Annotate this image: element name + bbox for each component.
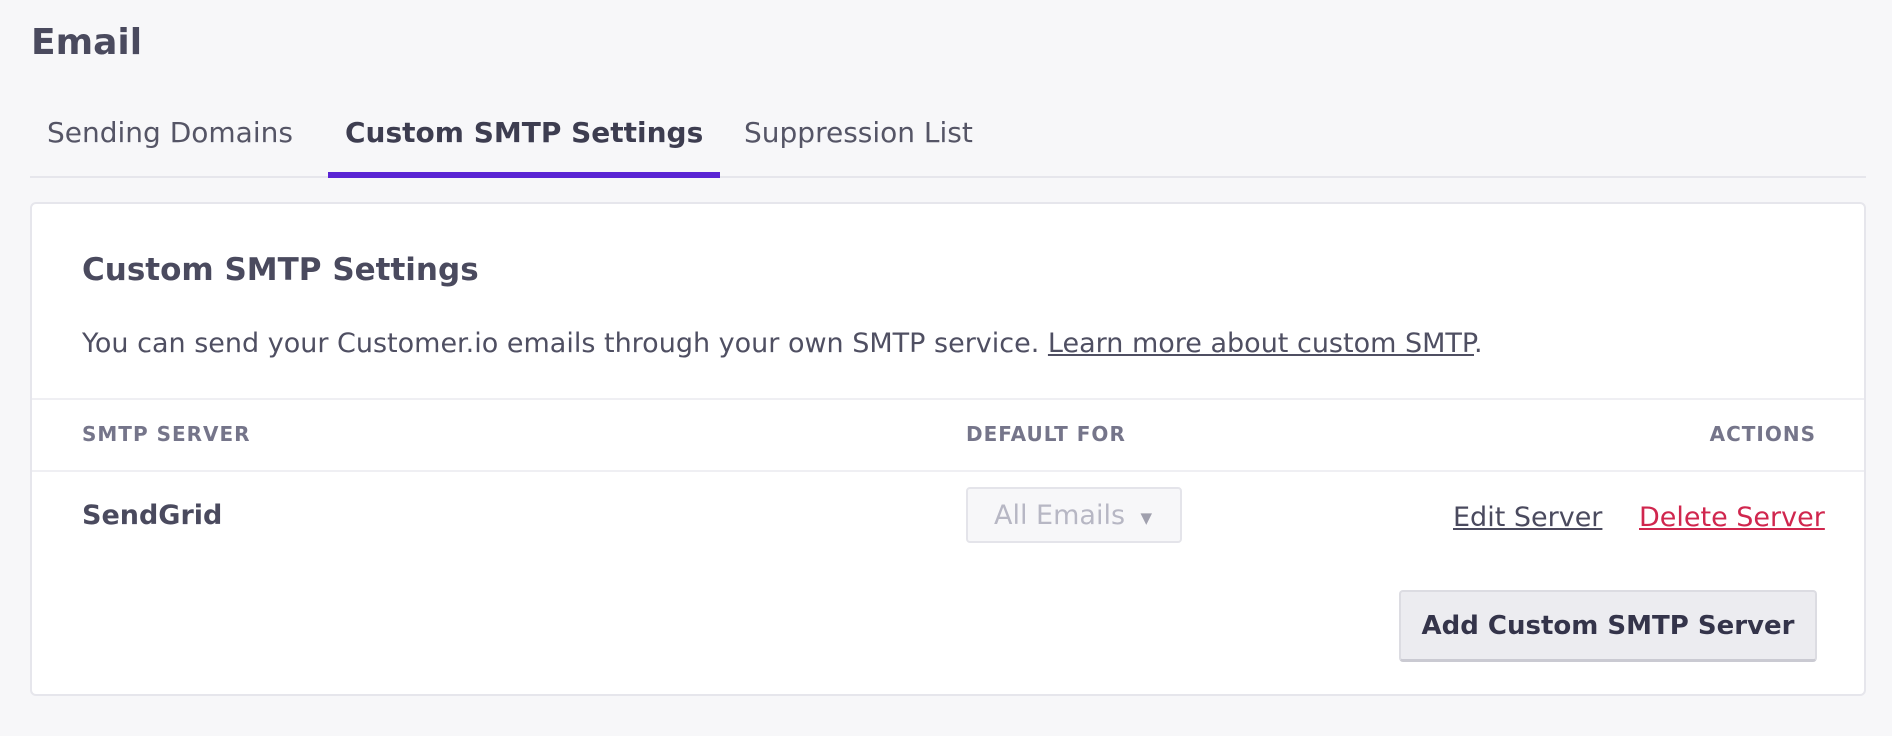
server-name: SendGrid	[82, 500, 223, 531]
learn-more-link[interactable]: Learn more about custom SMTP	[1048, 328, 1474, 359]
column-header-default-for: DEFAULT FOR	[966, 422, 1126, 446]
description-period: .	[1474, 328, 1483, 359]
tab-suppression-list[interactable]: Suppression List	[727, 112, 990, 178]
divider	[32, 470, 1864, 472]
default-for-value: All Emails	[994, 500, 1126, 531]
email-settings-page: Email Sending Domains Custom SMTP Settin…	[0, 0, 1892, 736]
add-custom-smtp-server-button[interactable]: Add Custom SMTP Server	[1399, 590, 1817, 662]
column-header-actions: ACTIONS	[1709, 422, 1816, 446]
edit-server-link[interactable]: Edit Server	[1453, 502, 1602, 533]
smtp-settings-card: Custom SMTP Settings You can send your C…	[30, 202, 1866, 696]
column-header-smtp-server: SMTP SERVER	[82, 422, 251, 446]
card-description: You can send your Customer.io emails thr…	[82, 328, 1483, 359]
tab-sending-domains[interactable]: Sending Domains	[30, 112, 310, 178]
page-title: Email	[31, 22, 143, 63]
caret-down-icon: ▼	[1140, 509, 1152, 527]
card-title: Custom SMTP Settings	[82, 252, 479, 288]
delete-server-link[interactable]: Delete Server	[1639, 502, 1825, 533]
default-for-select[interactable]: All Emails ▼	[966, 487, 1182, 543]
divider	[32, 398, 1864, 400]
tab-custom-smtp-settings[interactable]: Custom SMTP Settings	[328, 112, 721, 178]
description-text: You can send your Customer.io emails thr…	[82, 328, 1040, 359]
tab-bar: Sending Domains Custom SMTP Settings Sup…	[30, 112, 1866, 178]
